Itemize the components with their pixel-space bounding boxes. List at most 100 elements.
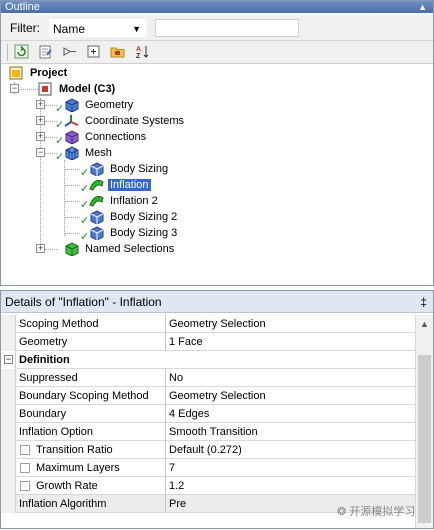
- property-value[interactable]: Default (0.272): [166, 441, 415, 459]
- chevron-down-icon: ▼: [132, 24, 141, 34]
- property-name: Inflation Option: [16, 423, 166, 441]
- outline-title: Outline: [5, 1, 40, 13]
- sort-icon[interactable]: AZ: [134, 44, 151, 61]
- mesh-icon: [64, 146, 79, 161]
- tree-line: [45, 249, 57, 250]
- tree-label: Project: [30, 67, 68, 80]
- tree-item-body-sizing-2[interactable]: Body Sizing 2: [89, 209, 179, 225]
- pin-icon[interactable]: ‡: [420, 291, 427, 313]
- check-icon: ✓: [80, 183, 90, 195]
- folder-icon[interactable]: [109, 44, 126, 61]
- tree-item-connections[interactable]: Connections: [64, 129, 148, 145]
- tree-label: Body Sizing: [110, 163, 169, 176]
- pin-icon[interactable]: ▲: [418, 1, 427, 13]
- property-name: Maximum Layers: [16, 459, 166, 477]
- property-name-text: Maximum Layers: [36, 462, 120, 474]
- body-sizing-icon: [89, 226, 104, 241]
- property-name: Boundary Scoping Method: [16, 387, 166, 405]
- filter-label: Filter:: [10, 21, 40, 35]
- tree-item-inflation-2[interactable]: Inflation 2: [89, 193, 160, 209]
- details-row-geometry[interactable]: Geometry 1 Face: [1, 333, 415, 351]
- row-gutter: [1, 387, 16, 405]
- collapse-mesh-button[interactable]: −: [36, 148, 45, 157]
- tree-line: [64, 201, 80, 202]
- filter-dropdown-value: Name: [53, 22, 86, 36]
- tree-label: Mesh: [85, 147, 112, 160]
- check-icon: ✓: [55, 119, 65, 131]
- row-gutter: [1, 477, 16, 495]
- expand-named-selections-button[interactable]: +: [36, 244, 45, 253]
- property-name: Inflation Algorithm: [16, 495, 166, 513]
- scroll-up-icon[interactable]: ▲: [420, 319, 429, 329]
- property-name-text: Transition Ratio: [36, 444, 113, 456]
- details-row-suppressed[interactable]: Suppressed No: [1, 369, 415, 387]
- tree-label: Coordinate Systems: [85, 115, 185, 128]
- inflation-icon: [89, 178, 104, 192]
- details-row-maximum-layers[interactable]: Maximum Layers 7: [1, 459, 415, 477]
- tree-line: [18, 89, 38, 90]
- tree-label: Model (C3): [59, 83, 116, 96]
- filter-icon[interactable]: [61, 44, 78, 61]
- expand-connections-button[interactable]: +: [36, 132, 45, 141]
- tree-item-model[interactable]: Model (C3): [38, 81, 117, 97]
- property-value[interactable]: 4 Edges: [166, 405, 415, 423]
- property-value[interactable]: Geometry Selection: [166, 387, 415, 405]
- property-name: Transition Ratio: [16, 441, 166, 459]
- tree-item-project[interactable]: Project: [9, 65, 69, 81]
- tree-item-body-sizing-3[interactable]: Body Sizing 3: [89, 225, 179, 241]
- parameter-checkbox[interactable]: [20, 481, 30, 491]
- details-row-boundary-scoping-method[interactable]: Boundary Scoping Method Geometry Selecti…: [1, 387, 415, 405]
- tree-item-coordinate-systems[interactable]: Coordinate Systems: [64, 113, 186, 129]
- details-group-definition[interactable]: − Definition: [1, 351, 415, 369]
- filter-dropdown[interactable]: Name ▼: [49, 19, 147, 37]
- watermark: ❂ 开源模拟学习: [337, 503, 415, 519]
- expand-geometry-button[interactable]: +: [36, 100, 45, 109]
- document-icon[interactable]: [37, 44, 54, 61]
- details-scrollbar[interactable]: ▲: [415, 315, 433, 528]
- row-gutter: [1, 459, 16, 477]
- tree-item-body-sizing[interactable]: Body Sizing: [89, 161, 170, 177]
- refresh-icon[interactable]: [13, 44, 30, 61]
- tree-item-geometry[interactable]: Geometry: [64, 97, 135, 113]
- body-sizing-icon: [89, 162, 104, 177]
- property-value[interactable]: Geometry Selection: [166, 315, 415, 333]
- tree-line: [64, 233, 80, 234]
- tree-label: Inflation: [108, 179, 151, 192]
- project-icon: [9, 66, 24, 80]
- property-value[interactable]: No: [166, 369, 415, 387]
- expand-coordinate-systems-button[interactable]: +: [36, 116, 45, 125]
- watermark-text: 开源模拟学习: [349, 506, 416, 518]
- property-name: Boundary: [16, 405, 166, 423]
- parameter-checkbox[interactable]: [20, 463, 30, 473]
- tree-item-named-selections[interactable]: Named Selections: [64, 241, 176, 257]
- property-value[interactable]: 7: [166, 459, 415, 477]
- details-row-growth-rate[interactable]: Growth Rate 1.2: [1, 477, 415, 495]
- details-row-boundary[interactable]: Boundary 4 Edges: [1, 405, 415, 423]
- row-gutter: [1, 423, 16, 441]
- tree-item-inflation[interactable]: Inflation: [89, 177, 151, 193]
- outline-toolbar: AZ: [1, 41, 433, 64]
- details-panel: Details of "Inflation" - Inflation ‡ Sco…: [0, 290, 434, 529]
- tree-label: Connections: [85, 131, 147, 144]
- connections-icon: [64, 130, 79, 145]
- filter-search-input[interactable]: [155, 19, 299, 37]
- tree-label: Body Sizing 2: [110, 211, 178, 224]
- details-row-transition-ratio[interactable]: Transition Ratio Default (0.272): [1, 441, 415, 459]
- collapse-model-button[interactable]: −: [10, 84, 19, 93]
- collapse-group-icon[interactable]: −: [4, 355, 13, 364]
- details-row-scoping-method[interactable]: Scoping Method Geometry Selection: [1, 315, 415, 333]
- details-grid: Scoping Method Geometry Selection Geomet…: [1, 315, 415, 530]
- named-selections-icon: [64, 242, 79, 257]
- expand-all-icon[interactable]: [85, 44, 102, 61]
- details-row-inflation-option[interactable]: Inflation Option Smooth Transition: [1, 423, 415, 441]
- row-gutter: [1, 315, 16, 333]
- property-value[interactable]: 1 Face: [166, 333, 415, 351]
- scrollbar-thumb[interactable]: [418, 355, 431, 523]
- parameter-checkbox[interactable]: [20, 445, 30, 455]
- property-value[interactable]: 1.2: [166, 477, 415, 495]
- tree-item-mesh[interactable]: Mesh: [64, 145, 114, 161]
- check-icon: ✓: [80, 215, 90, 227]
- watermark-icon: ❂: [337, 506, 347, 518]
- property-value[interactable]: Smooth Transition: [166, 423, 415, 441]
- coordinate-systems-icon: [64, 114, 79, 128]
